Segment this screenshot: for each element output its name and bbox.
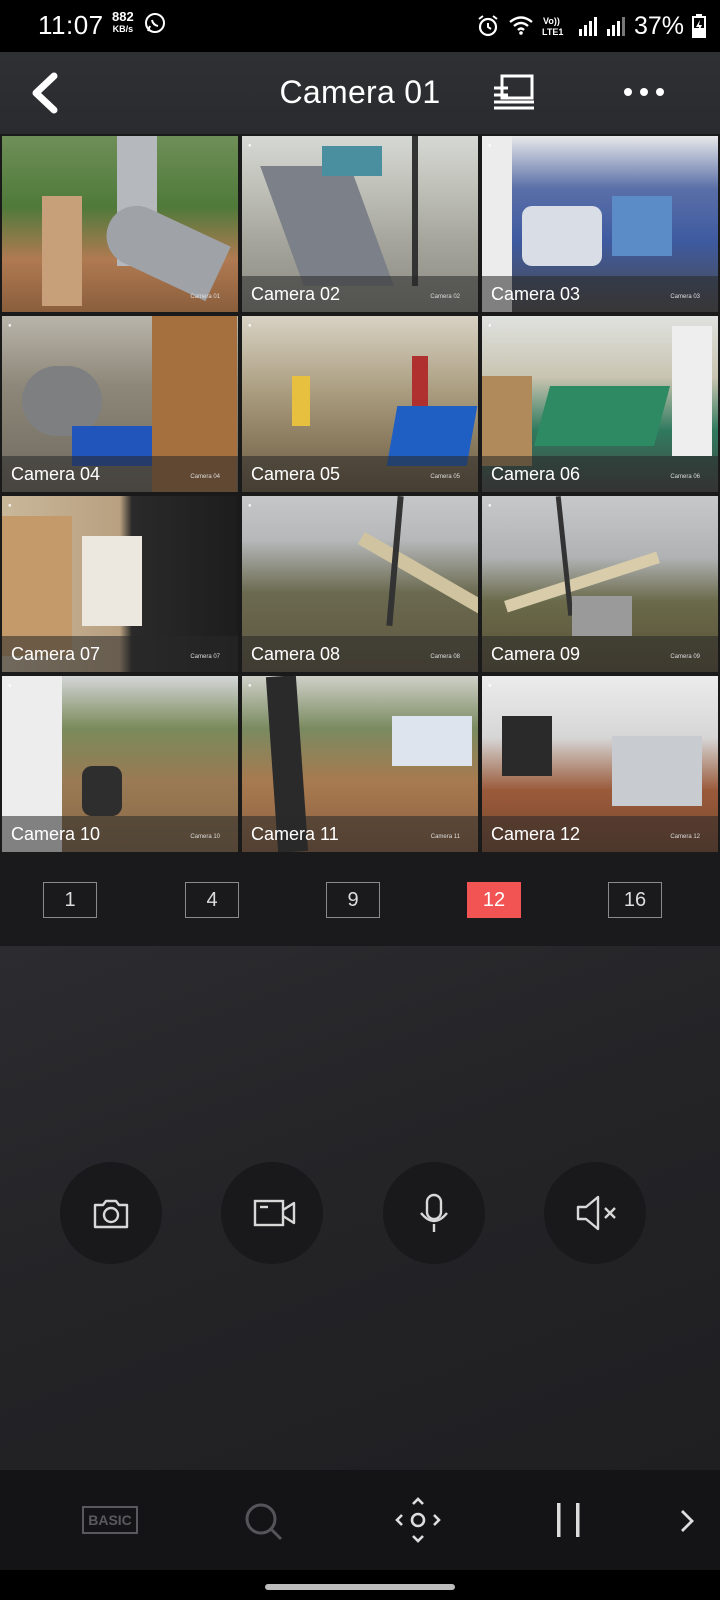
video-camera-icon [253,1199,296,1227]
layout-4-button[interactable]: 4 [185,882,239,918]
ptz-direction-icon [395,1497,441,1543]
home-indicator[interactable] [265,1584,455,1590]
timestamp-overlay: ▪ [8,682,12,689]
timestamp-overlay: ▪ [488,142,492,149]
layout-16-button[interactable]: 16 [608,882,662,918]
camera-tile[interactable]: ▪ Camera 05 Camera 05 [242,316,478,492]
camera-osd-label: Camera 06 [670,474,700,480]
network-speed-unit: KB/s [112,24,134,34]
bottom-toolbar: BASIC [0,1470,720,1570]
basic-label: BASIC [82,1506,138,1534]
microphone-icon [420,1193,448,1232]
camera-label: Camera 12 [491,824,581,844]
camera-tile[interactable]: ▪ Camera 07 Camera 07 [2,496,238,672]
timestamp-overlay: ▪ [8,502,12,509]
camera-tile[interactable]: ▪ Camera 04 Camera 04 [2,316,238,492]
status-icons: Vo)) LTE1 37% [476,8,706,44]
camera-label: Camera 06 [491,464,581,484]
network-speed: 882 KB/s [112,9,134,35]
camera-tile[interactable]: ▪ Camera 12 Camera 12 [482,676,718,852]
camera-tile[interactable]: ▪ Camera 03 Camera 03 [482,136,718,312]
speaker-muted-icon [576,1195,616,1231]
status-bar: 11:07 882 KB/s Vo)) LTE1 37% [0,0,720,52]
camera-tile[interactable]: ▪ Camera 09 Camera 09 [482,496,718,672]
record-button[interactable] [221,1162,323,1264]
page-title: Camera 01 [279,74,441,110]
svg-text:Vo)): Vo)) [543,16,560,26]
camera-osd-label: Camera 05 [430,474,460,480]
audio-toggle-button[interactable] [544,1162,646,1264]
layout-1-button[interactable]: 1 [43,882,97,918]
ptz-button[interactable] [394,1496,442,1549]
search-icon [245,1503,283,1541]
timestamp-overlay: ▪ [8,322,12,329]
snapshot-button[interactable] [60,1162,162,1264]
camera-label: Camera 05 [251,464,341,484]
battery-percent: 37% [633,11,684,40]
timestamp-overlay: ▪ [248,142,252,149]
layout-9-button[interactable]: 9 [326,882,380,918]
camera-osd-label: Camera 11 [430,834,460,840]
layout-12-button[interactable]: 12 [467,882,521,918]
timestamp-overlay: ▪ [248,502,252,509]
camera-osd-label: Camera 07 [190,654,220,660]
more-dots-icon [624,88,664,96]
more-options-button[interactable] [620,80,668,104]
timestamp-overlay: ▪ [488,682,492,689]
basic-mode-button[interactable]: BASIC [82,1506,138,1534]
camera-tile[interactable]: ▪ Camera 08 Camera 08 [242,496,478,672]
control-panel [0,946,720,1470]
camera-label: Camera 10 [11,824,101,844]
battery-charging-icon [692,14,706,38]
alarm-icon [476,14,500,38]
talk-button[interactable] [383,1162,485,1264]
timestamp-overlay: ▪ [488,502,492,509]
camera-tile[interactable]: ▪ Camera 06 Camera 06 [482,316,718,492]
zoom-button[interactable] [242,1500,286,1549]
volte-lte-icon: Vo)) LTE1 [542,14,570,38]
camera-tile[interactable]: ▪ Camera 02 Camera 02 [242,136,478,312]
camera-label: Camera 03 [491,284,581,304]
svg-text:LTE1: LTE1 [542,27,563,37]
wifi-icon [508,15,534,37]
camera-label: Camera 02 [251,284,341,304]
timestamp-overlay: ▪ [488,322,492,329]
camera-osd-label: Camera 12 [670,834,700,840]
pause-icon [557,1503,580,1537]
status-time: 11:07 [38,10,104,40]
timestamp-overlay: ▪ [248,682,252,689]
timestamp-overlay: ▪ [248,322,252,329]
camera-osd-label: Camera 04 [190,474,220,480]
camera-label: Camera 07 [11,644,101,664]
network-speed-value: 882 [112,9,134,24]
split-layout-selector: 1 4 9 12 16 [0,854,720,946]
camera-tile[interactable]: ▪ Camera 11 Camera 11 [242,676,478,852]
signal-icon-2 [606,15,626,37]
camera-osd-label: Camera 08 [430,654,460,660]
camera-osd-label: Camera 01 [190,294,220,300]
camera-tile[interactable]: ▪ Camera 10 Camera 10 [2,676,238,852]
camera-osd-label: Camera 09 [670,654,700,660]
camera-osd-label: Camera 03 [670,294,700,300]
camera-label: Camera 09 [491,644,581,664]
monitor-list-icon [494,74,534,110]
next-page-button[interactable] [678,1508,696,1539]
camera-grid: Camera 01 ▪ Camera 02 Camera 02 ▪ Camera… [0,134,720,854]
camera-label: Camera 04 [11,464,101,484]
camera-feed [2,136,238,312]
camera-osd-label: Camera 10 [190,834,220,840]
whatsapp-icon [144,12,166,34]
device-list-button[interactable] [490,72,538,112]
app-header: Camera 01 [0,52,720,134]
signal-icon-1 [578,15,598,37]
camera-label: Camera 08 [251,644,341,664]
camera-icon [93,1199,129,1229]
camera-label: Camera 11 [251,824,339,844]
camera-osd-label: Camera 02 [430,294,460,300]
camera-tile[interactable]: Camera 01 [2,136,238,312]
pause-button[interactable] [554,1500,584,1545]
chevron-right-icon [681,1510,694,1532]
